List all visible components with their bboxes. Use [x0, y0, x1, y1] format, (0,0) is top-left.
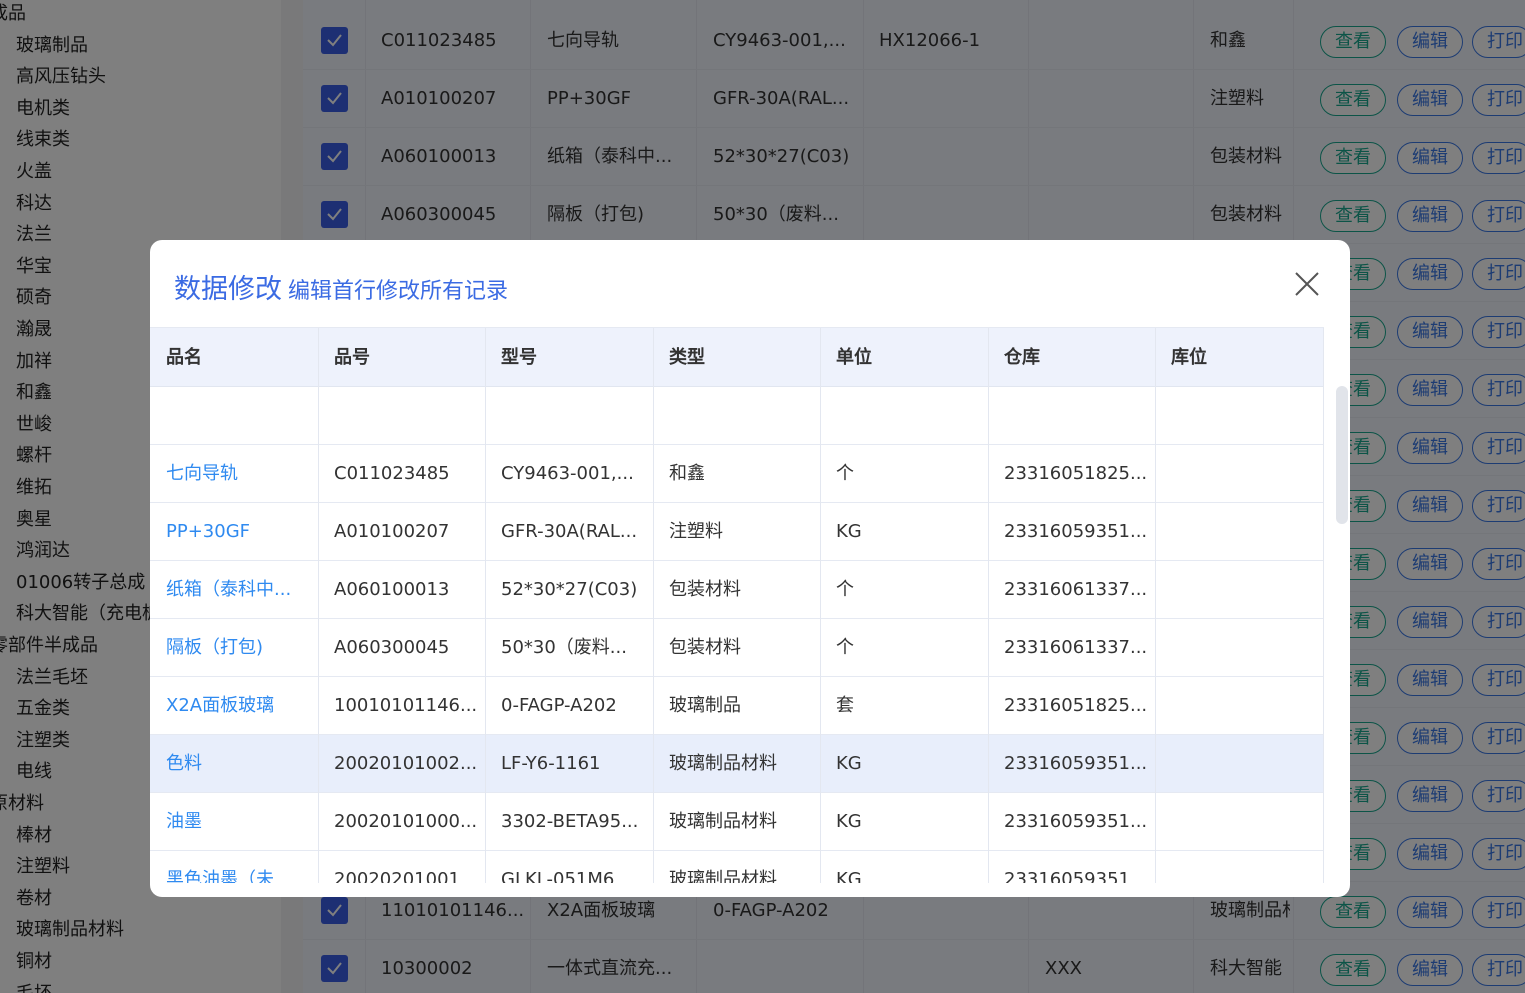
- column-divider: [653, 328, 654, 883]
- column-header[interactable]: 类型: [653, 328, 820, 387]
- table-cell: 50*30（废料...: [501, 637, 627, 658]
- table-cell: KG: [836, 811, 862, 832]
- table-row[interactable]: 色料 20020101002... LF-Y6-1161 玻璃制品材料 KG 233160…: [150, 735, 1324, 793]
- editable-cell[interactable]: [485, 387, 653, 445]
- table-cell[interactable]: 纸箱（泰科中...: [150, 561, 318, 619]
- table-cell: 0-FAGP-A202: [501, 695, 617, 716]
- scrollbar-thumb[interactable]: [1336, 386, 1348, 524]
- table-cell: [1155, 445, 1324, 503]
- table-cell: 3302-BETA95...: [501, 811, 639, 832]
- column-divider: [988, 328, 989, 883]
- table-row[interactable]: [150, 387, 1324, 445]
- table-cell: A010100207: [334, 521, 450, 542]
- modal-title-subtitle: 编辑首行修改所有记录: [288, 279, 509, 304]
- table-cell: 23316059351...: [1004, 753, 1148, 774]
- table-row[interactable]: 油墨 20020101000... 3302-BETA95... 玻璃制品材料 KG 23…: [150, 793, 1324, 851]
- table-row[interactable]: 黑色油墨（未 20020201001 GLKL-051M6 玻璃制品材料 KG 23316…: [150, 851, 1324, 883]
- table-cell: KG: [836, 869, 862, 883]
- column-header[interactable]: 库位: [1155, 328, 1324, 387]
- table-cell: KG: [836, 521, 862, 542]
- table-cell: 23316051825...: [1004, 463, 1148, 484]
- table-cell: 包装材料: [669, 579, 741, 600]
- table-row[interactable]: X2A面板玻璃 10010101146... 0-FAGP-A202 玻璃制品 套 233…: [150, 677, 1324, 735]
- table-cell: CY9463-001,...: [501, 463, 634, 484]
- column-divider: [318, 328, 319, 883]
- editable-cell[interactable]: [1155, 387, 1324, 445]
- table-cell: [1155, 561, 1324, 619]
- editable-cell[interactable]: [653, 387, 820, 445]
- table-header: 品名 品号 型号 类型 单位 仓库 库位: [150, 328, 1324, 387]
- table-cell: A060300045: [334, 637, 450, 658]
- table-cell[interactable]: 七向导轨: [150, 445, 318, 503]
- table-cell: [1155, 677, 1324, 735]
- column-divider: [1155, 328, 1156, 883]
- column-divider: [820, 328, 821, 883]
- table-cell: 10010101146...: [334, 695, 478, 716]
- table-cell: GFR-30A(RAL...: [501, 521, 638, 542]
- table-cell: 和鑫: [669, 463, 705, 484]
- edit-table: 品名 品号 型号 类型 单位 仓库 库位 七向导轨 C011023485 CY9463-001,.…: [150, 327, 1324, 883]
- modal-title: 数据修改 编辑首行修改所有记录: [174, 267, 508, 306]
- table-cell: 玻璃制品材料: [669, 753, 777, 774]
- table-cell[interactable]: 黑色油墨（未: [150, 851, 318, 883]
- table-cell: 23316051825...: [1004, 695, 1148, 716]
- table-cell[interactable]: X2A面板玻璃: [150, 677, 318, 735]
- table-cell: C011023485: [334, 463, 450, 484]
- table-row[interactable]: PP+30GF A010100207 GFR-30A(RAL... 注塑料 KG 2331…: [150, 503, 1324, 561]
- table-cell: [1155, 619, 1324, 677]
- editable-cell[interactable]: [820, 387, 988, 445]
- column-divider: [485, 328, 486, 883]
- table-cell: 23316061337...: [1004, 579, 1148, 600]
- column-header[interactable]: 型号: [485, 328, 653, 387]
- editable-cell[interactable]: [150, 387, 318, 445]
- table-cell: A060100013: [334, 579, 450, 600]
- table-cell: 20020201001: [334, 869, 460, 883]
- table-cell: 23316061337...: [1004, 637, 1148, 658]
- table-cell: 套: [836, 695, 854, 716]
- table-cell: LF-Y6-1161: [501, 753, 601, 774]
- table-cell: [1155, 793, 1324, 851]
- table-row[interactable]: 隔板（打包) A060300045 50*30（废料... 包装材料 个 23316061…: [150, 619, 1324, 677]
- table-cell: 玻璃制品材料: [669, 811, 777, 832]
- table-cell: 个: [836, 637, 854, 658]
- table-cell: GLKL-051M6: [501, 869, 615, 883]
- table-row[interactable]: 七向导轨 C011023485 CY9463-001,... 和鑫 个 233160518…: [150, 445, 1324, 503]
- column-header[interactable]: 品号: [318, 328, 485, 387]
- close-icon[interactable]: [1291, 268, 1323, 300]
- table-cell[interactable]: 隔板（打包): [150, 619, 318, 677]
- modal-title-main: 数据修改: [174, 274, 282, 305]
- column-header[interactable]: 品名: [150, 328, 318, 387]
- table-cell[interactable]: PP+30GF: [150, 503, 318, 561]
- table-cell: 20020101002...: [334, 753, 478, 774]
- table-cell: 23316059351...: [1004, 521, 1148, 542]
- editable-cell[interactable]: [988, 387, 1155, 445]
- column-header[interactable]: 单位: [820, 328, 988, 387]
- table-cell[interactable]: 色料: [150, 735, 318, 793]
- table-cell: 个: [836, 463, 854, 484]
- table-cell: 个: [836, 579, 854, 600]
- editable-cell[interactable]: [318, 387, 485, 445]
- table-cell: [1155, 735, 1324, 793]
- table-cell: 23316059351...: [1004, 811, 1148, 832]
- table-cell: KG: [836, 753, 862, 774]
- table-cell: 注塑料: [669, 521, 723, 542]
- table-cell: 20020101000...: [334, 811, 478, 832]
- data-edit-modal: 数据修改 编辑首行修改所有记录 品名 品号 型号 类型 单位 仓库 库位 七向导轨 C011023…: [150, 240, 1350, 897]
- table-cell: [1155, 503, 1324, 561]
- table-cell: [1155, 851, 1324, 883]
- table-cell: 包装材料: [669, 637, 741, 658]
- table-row[interactable]: 纸箱（泰科中... A060100013 52*30*27(C03) 包装材料 个 233…: [150, 561, 1324, 619]
- table-cell: 玻璃制品: [669, 695, 741, 716]
- column-header[interactable]: 仓库: [988, 328, 1155, 387]
- table-cell: 52*30*27(C03): [501, 579, 638, 600]
- table-cell: 23316059351: [1004, 869, 1130, 883]
- table-cell: 玻璃制品材料: [669, 869, 777, 883]
- table-cell[interactable]: 油墨: [150, 793, 318, 851]
